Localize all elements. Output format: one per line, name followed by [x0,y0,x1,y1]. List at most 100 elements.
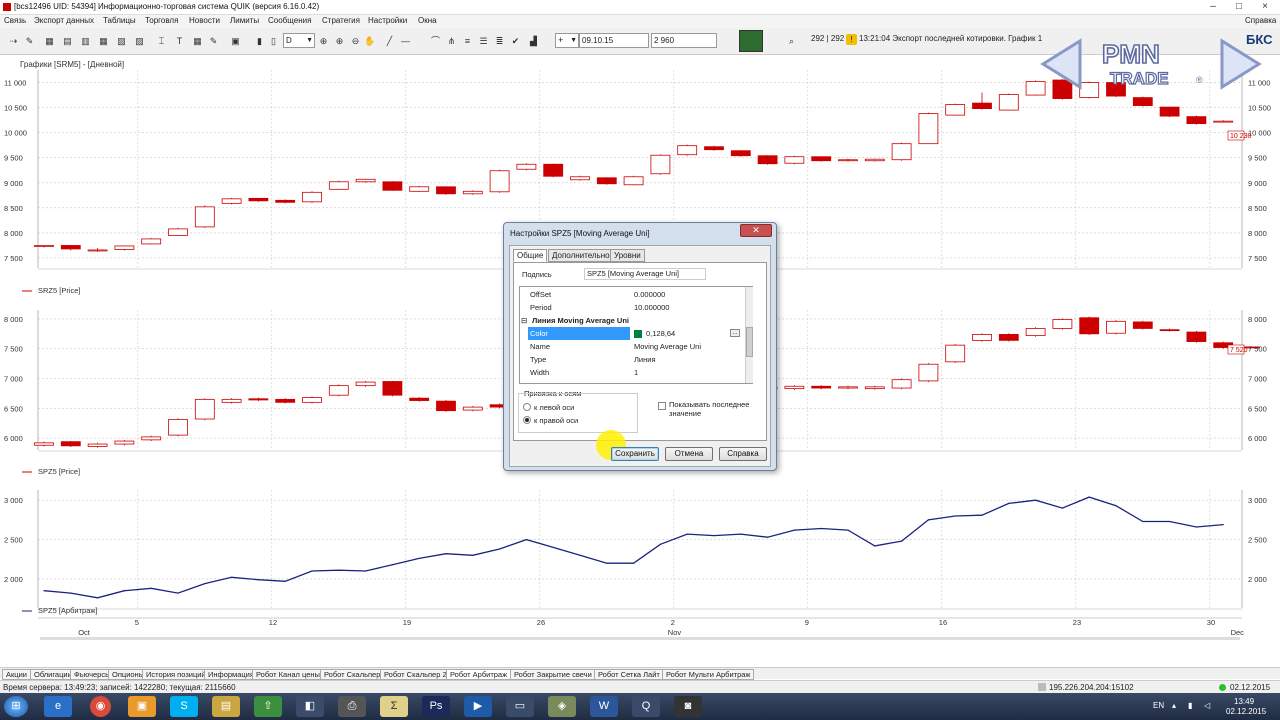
show-last-value-checkbox[interactable] [658,402,666,410]
wand-icon[interactable]: ✎ [24,36,35,47]
menu-item-strategy[interactable]: Стратегия [322,16,360,25]
upload-icon[interactable]: ⇧ [254,696,282,717]
date-input[interactable]: 09.10.15 [579,33,649,48]
menu-item-windows[interactable]: Окна [418,16,437,25]
chart-icon[interactable]: ▟ [528,36,539,47]
zoom-in-icon[interactable]: ⊕ [334,36,345,47]
table6-icon[interactable]: ▨ [134,36,145,47]
bottom-tab-4[interactable]: История позиций [142,669,210,680]
property-scrollbar[interactable] [745,287,753,383]
maximize-button[interactable]: □ [1226,0,1252,14]
help-button[interactable]: Справка [719,447,767,461]
explorer-icon[interactable]: ▤ [212,696,240,717]
table5-icon[interactable]: ▧ [116,36,127,47]
property-row-period[interactable]: Period 10.000000 [520,301,742,314]
media-icon[interactable]: ▶ [464,696,492,717]
radio-right-axis[interactable] [523,416,531,424]
price-input[interactable]: 2 960 [651,33,717,48]
bottom-tab-0[interactable]: Акции [2,669,31,680]
volume-icon[interactable]: ◁ [1204,701,1210,710]
folder-icon[interactable]: ▣ [128,696,156,717]
minimize-button[interactable]: – [1200,0,1226,14]
bottom-tab-12[interactable]: Робот Мульти Арбитраж [662,669,755,680]
menu-item-news[interactable]: Новости [189,16,220,25]
close-button[interactable]: × [1252,0,1278,14]
chrome-icon[interactable]: ◉ [90,696,111,717]
search-app-icon[interactable]: Q [632,696,660,717]
bottom-tab-11[interactable]: Робот Сетка Лайт [594,669,664,680]
grid-icon[interactable]: ▦ [192,36,203,47]
bottom-tab-1[interactable]: Облигации [30,669,76,680]
check-icon[interactable]: ✔ [510,36,521,47]
printer-icon[interactable]: ⎙ [338,696,366,717]
skype-icon[interactable]: S [170,696,198,717]
candle-icon[interactable]: ▯ [268,36,279,47]
alert-text[interactable]: 13:21:04 Экспорт последней котировки. Гр… [859,34,1044,43]
screen-icon[interactable]: ▭ [506,696,534,717]
photoshop-icon[interactable]: Ps [422,696,450,717]
menu-item-messages[interactable]: Сообщения [268,16,311,25]
camera-icon[interactable]: ◙ [674,696,702,717]
zoom-out-icon[interactable]: ⊖ [350,36,361,47]
app-icon-1[interactable]: ◧ [296,696,324,717]
fibo-icon[interactable]: ☰ [478,36,489,47]
tool-icon[interactable]: ◈ [548,696,576,717]
plus-icon[interactable]: ⊕ [318,36,329,47]
table3-icon[interactable]: ▥ [80,36,91,47]
chart-scrollbar[interactable] [40,637,1240,640]
ie-icon[interactable]: e [44,696,72,717]
property-row-color[interactable]: Color 0,128,64 ... [520,327,742,340]
tray-network-icon[interactable]: ▮ [1188,701,1192,710]
property-row-width[interactable]: Width 1 [520,366,742,379]
radio-left-axis[interactable] [523,403,531,411]
quik-icon[interactable]: Σ [380,696,408,717]
start-button[interactable]: ⊞ [4,696,28,717]
arrow-icon[interactable]: ⇢ [8,36,19,47]
clock-time[interactable]: 13:49 [1234,697,1254,706]
table-icon[interactable]: ▦ [44,36,55,47]
menu-item-trading[interactable]: Торговля [145,16,178,25]
menu-item-settings[interactable]: Настройки [368,16,407,25]
ellipsis-button[interactable]: ... [730,329,740,337]
bottom-tab-6[interactable]: Робот Канал цены [252,669,324,680]
color-swatch[interactable] [634,330,642,338]
property-row-name[interactable]: Name Moving Average Uni [520,340,742,353]
language-indicator[interactable]: EN [1153,701,1164,710]
line-icon[interactable]: ╱ [384,36,395,47]
bottom-tab-7[interactable]: Робот Скальпер [320,669,385,680]
cursor-icon[interactable]: ⌶ [156,36,167,47]
step-select[interactable]: + ▼ [555,33,579,48]
tab-general[interactable]: Общие [513,249,548,262]
menu-item-tables[interactable]: Таблицы [103,16,136,25]
menu-item-export[interactable]: Экспорт данных [34,16,94,25]
period-select[interactable]: D ▼ [283,33,315,48]
tab-levels[interactable]: Уровни [610,249,645,262]
text-icon[interactable]: T [174,36,185,47]
hline-icon[interactable]: — [400,36,411,47]
hand-icon[interactable]: ✋ [364,36,375,47]
caption-input[interactable]: SPZ5 [Moving Average Uni] [584,268,706,280]
channel-icon[interactable]: ≡ [462,36,473,47]
table2-icon[interactable]: ▤ [62,36,73,47]
menu-item-limits[interactable]: Лимиты [230,16,259,25]
clock-date[interactable]: 02.12.2015 [1226,707,1266,716]
tab-additional[interactable]: Дополнительно [548,249,614,262]
property-row-offset[interactable]: OffSet 0.000000 [520,288,742,301]
collapse-icon[interactable]: ⊟ [521,314,527,327]
calc-icon[interactable]: ▣ [230,36,241,47]
search-icon[interactable]: ⌕ [786,36,797,47]
bottom-tab-9[interactable]: Робот Арбитраж [446,669,512,680]
bottom-tab-5[interactable]: Информация [204,669,258,680]
levels-icon[interactable]: ≣ [494,36,505,47]
terminal-icon[interactable] [739,30,763,52]
bottom-tab-8[interactable]: Робот Скальпер 2 [380,669,451,680]
word-icon[interactable]: W [590,696,618,717]
dialog-close-button[interactable]: ✕ [740,224,772,237]
property-row-type[interactable]: Type Линия [520,353,742,366]
bars-icon[interactable]: ▮ [254,36,265,47]
menu-item-help[interactable]: Справка [1245,16,1276,25]
fan-icon[interactable]: ⋔ [446,36,457,47]
property-group-header[interactable]: ⊟ Линия Moving Average Uni [520,314,742,327]
bottom-tab-10[interactable]: Робот Закрытие свечи [510,669,596,680]
pencil-icon[interactable]: ✎ [208,36,219,47]
